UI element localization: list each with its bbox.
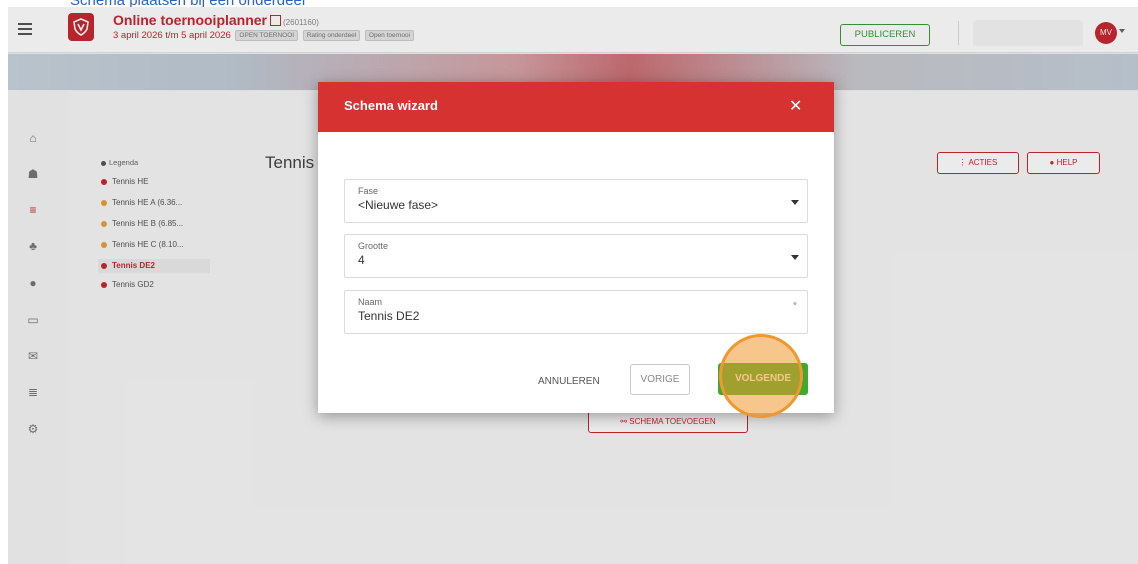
dialog-title: Schema wizard bbox=[344, 98, 438, 113]
chevron-down-icon[interactable] bbox=[791, 200, 799, 205]
schema-wizard-dialog: Schema wizard ✕ Fase <Nieuwe fase> Groot… bbox=[318, 82, 834, 418]
required-marker: * bbox=[792, 300, 797, 312]
fase-value: <Nieuwe fase> bbox=[358, 198, 439, 212]
next-button[interactable]: VOLGENDE bbox=[718, 363, 808, 395]
grootte-select[interactable]: Grootte 4 bbox=[344, 234, 808, 278]
fase-label: Fase bbox=[358, 186, 379, 196]
dialog-header: Schema wizard ✕ bbox=[318, 82, 834, 132]
naam-label: Naam bbox=[358, 297, 383, 307]
screen: Schema plaatsen bij een onderdeel Online… bbox=[0, 0, 1138, 564]
naam-value: Tennis DE2 bbox=[358, 309, 420, 323]
cancel-button[interactable]: ANNULEREN bbox=[538, 376, 600, 387]
previous-button[interactable]: VORIGE bbox=[630, 364, 690, 395]
chevron-down-icon[interactable] bbox=[791, 255, 799, 260]
grootte-value: 4 bbox=[358, 253, 365, 267]
fase-select[interactable]: Fase <Nieuwe fase> bbox=[344, 179, 808, 223]
naam-field[interactable]: Naam Tennis DE2 * bbox=[344, 290, 808, 334]
app-window: Online toernooiplanner (2601160) 3 april … bbox=[8, 7, 1138, 564]
close-icon[interactable]: ✕ bbox=[789, 96, 802, 116]
grootte-label: Grootte bbox=[358, 241, 389, 251]
